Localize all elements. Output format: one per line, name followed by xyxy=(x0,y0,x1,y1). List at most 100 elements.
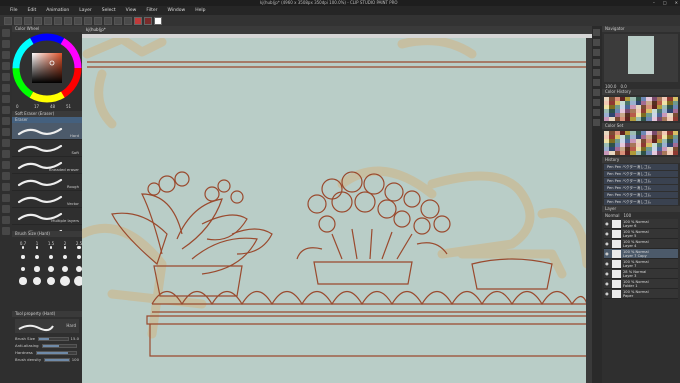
animation-panel-icon[interactable] xyxy=(593,109,600,116)
brush-size-preset[interactable] xyxy=(31,252,43,262)
tool-property-row[interactable]: Hardness xyxy=(12,349,82,356)
eye-icon[interactable]: ● xyxy=(604,251,610,256)
menu-help[interactable]: Help xyxy=(195,8,205,13)
menu-filter[interactable]: Filter xyxy=(146,8,157,13)
history-item[interactable]: Pen Pen ベクター消しゴム xyxy=(604,199,678,205)
clear-icon[interactable] xyxy=(54,16,62,25)
sub-color-swatch[interactable] xyxy=(144,16,152,25)
main-color-swatch[interactable] xyxy=(134,16,142,25)
brush-size-preset[interactable] xyxy=(45,252,57,262)
eyedropper-tool-icon[interactable] xyxy=(2,73,10,81)
color-set-panel-icon[interactable] xyxy=(593,59,600,66)
blend-mode-select[interactable]: Normal xyxy=(605,213,619,218)
snap-icon[interactable] xyxy=(104,16,112,25)
save-icon[interactable] xyxy=(24,16,32,25)
drawing-canvas[interactable] xyxy=(82,34,592,383)
text-tool-icon[interactable] xyxy=(2,205,10,213)
brush-size-preset[interactable] xyxy=(17,276,29,286)
brush-size-preset[interactable]: 1 xyxy=(31,240,43,250)
eye-icon[interactable]: ● xyxy=(604,221,610,226)
decoration-tool-icon[interactable] xyxy=(2,128,10,136)
brush-tool-icon[interactable] xyxy=(2,106,10,114)
brush-size-preset[interactable]: 2 xyxy=(59,240,71,250)
layer-row[interactable]: ● 100 % Normal Layer 4 xyxy=(604,239,678,249)
layer-property-panel-icon[interactable] xyxy=(593,79,600,86)
search-panel-icon[interactable] xyxy=(593,119,600,126)
brush-item[interactable]: Hard xyxy=(12,123,82,140)
operation-tool-icon[interactable] xyxy=(2,51,10,59)
brush-size-preset[interactable]: 1.5 xyxy=(45,240,57,250)
redo-icon[interactable] xyxy=(44,16,52,25)
eye-icon[interactable]: ● xyxy=(604,241,610,246)
property-slider[interactable] xyxy=(44,357,70,362)
color-set-swatches[interactable] xyxy=(604,131,678,155)
brush-item[interactable]: Multiple layers xyxy=(12,208,82,225)
tool-property-row[interactable]: Brush Size 15.0 xyxy=(12,335,82,342)
color-wheel[interactable]: 0 17 48 51 xyxy=(12,32,82,111)
history-item[interactable]: Pen Pen ベクター消しゴム xyxy=(604,192,678,198)
brush-size-preset[interactable] xyxy=(45,264,57,274)
brush-size-preset[interactable] xyxy=(31,264,43,274)
move-tool-icon[interactable] xyxy=(2,40,10,48)
selection-tool-icon[interactable] xyxy=(2,62,10,70)
eye-icon[interactable]: ● xyxy=(604,281,610,286)
zoom-tool-icon[interactable] xyxy=(2,29,10,37)
layer-opacity[interactable]: 100 xyxy=(623,213,631,218)
brush-item[interactable]: Soft xyxy=(12,140,82,157)
deselect-icon[interactable] xyxy=(74,16,82,25)
layer-row[interactable]: ● 100 % Normal Folder 1 xyxy=(604,279,678,289)
history-item[interactable]: Pen Pen ベクター消しゴム xyxy=(604,185,678,191)
brush-size-preset[interactable] xyxy=(59,276,71,286)
brush-item[interactable]: Rough xyxy=(12,174,82,191)
navigator-panel-icon[interactable] xyxy=(593,29,600,36)
navigator-view[interactable] xyxy=(604,34,678,82)
menu-edit[interactable]: Edit xyxy=(28,8,37,13)
history-panel-icon[interactable] xyxy=(593,69,600,76)
color-history-swatches[interactable] xyxy=(604,97,678,121)
layer-row[interactable]: ● 100 % Normal Layer 6 xyxy=(604,219,678,229)
ruler-tool-icon[interactable] xyxy=(2,194,10,202)
menu-layer[interactable]: Layer xyxy=(79,8,92,13)
layer-row[interactable]: ● 100 % Normal Layer 5 xyxy=(604,229,678,239)
history-item[interactable]: Pen Pen ベクター消しゴム xyxy=(604,164,678,170)
layer-row[interactable]: ● 100 % Normal Paper xyxy=(604,289,678,299)
layer-panel-icon[interactable] xyxy=(593,89,600,96)
tool-property-row[interactable]: Brush density 100 xyxy=(12,356,82,363)
grid-snap-icon[interactable] xyxy=(124,16,132,25)
transform-icon[interactable] xyxy=(64,16,72,25)
canvas-tab[interactable]: kj(hub)jp* xyxy=(82,26,592,34)
brush-size-preset[interactable] xyxy=(59,252,71,262)
property-slider[interactable] xyxy=(35,350,77,355)
eye-icon[interactable]: ● xyxy=(604,261,610,266)
pencil-tool-icon[interactable] xyxy=(2,95,10,103)
brush-size-preset[interactable] xyxy=(59,264,71,274)
brush-size-preset[interactable] xyxy=(17,264,29,274)
material-panel-icon[interactable] xyxy=(593,99,600,106)
property-slider[interactable] xyxy=(37,336,69,341)
eraser-tool-icon[interactable] xyxy=(2,139,10,147)
menu-select[interactable]: Select xyxy=(102,8,116,13)
history-item[interactable]: Pen Pen ベクター消しゴム xyxy=(604,171,678,177)
menu-view[interactable]: View xyxy=(126,8,137,13)
layer-row[interactable]: ● 100 % Normal Layer 7 Copy xyxy=(604,249,678,259)
brush-size-preset[interactable] xyxy=(17,252,29,262)
eye-icon[interactable]: ● xyxy=(604,291,610,296)
color-history-panel-icon[interactable] xyxy=(593,49,600,56)
selection-area-icon[interactable] xyxy=(84,16,92,25)
gradient-tool-icon[interactable] xyxy=(2,161,10,169)
open-file-icon[interactable] xyxy=(14,16,22,25)
layer-row[interactable]: ● 100 % Normal Layer 7 xyxy=(604,259,678,269)
frame-tool-icon[interactable] xyxy=(2,183,10,191)
brush-size-preset[interactable]: 0.7 xyxy=(17,240,29,250)
pen-tool-icon[interactable] xyxy=(2,84,10,92)
brush-size-preset[interactable] xyxy=(45,276,57,286)
brush-size-preset[interactable] xyxy=(31,276,43,286)
eye-icon[interactable]: ● xyxy=(604,271,610,276)
transparent-color-swatch[interactable] xyxy=(154,16,162,25)
undo-icon[interactable] xyxy=(34,16,42,25)
correct-line-tool-icon[interactable] xyxy=(2,227,10,235)
rotate-icon[interactable] xyxy=(94,16,102,25)
new-file-icon[interactable] xyxy=(4,16,12,25)
sub-view-panel-icon[interactable] xyxy=(593,39,600,46)
layer-row[interactable]: ● 28 % Normal Layer 3 xyxy=(604,269,678,279)
